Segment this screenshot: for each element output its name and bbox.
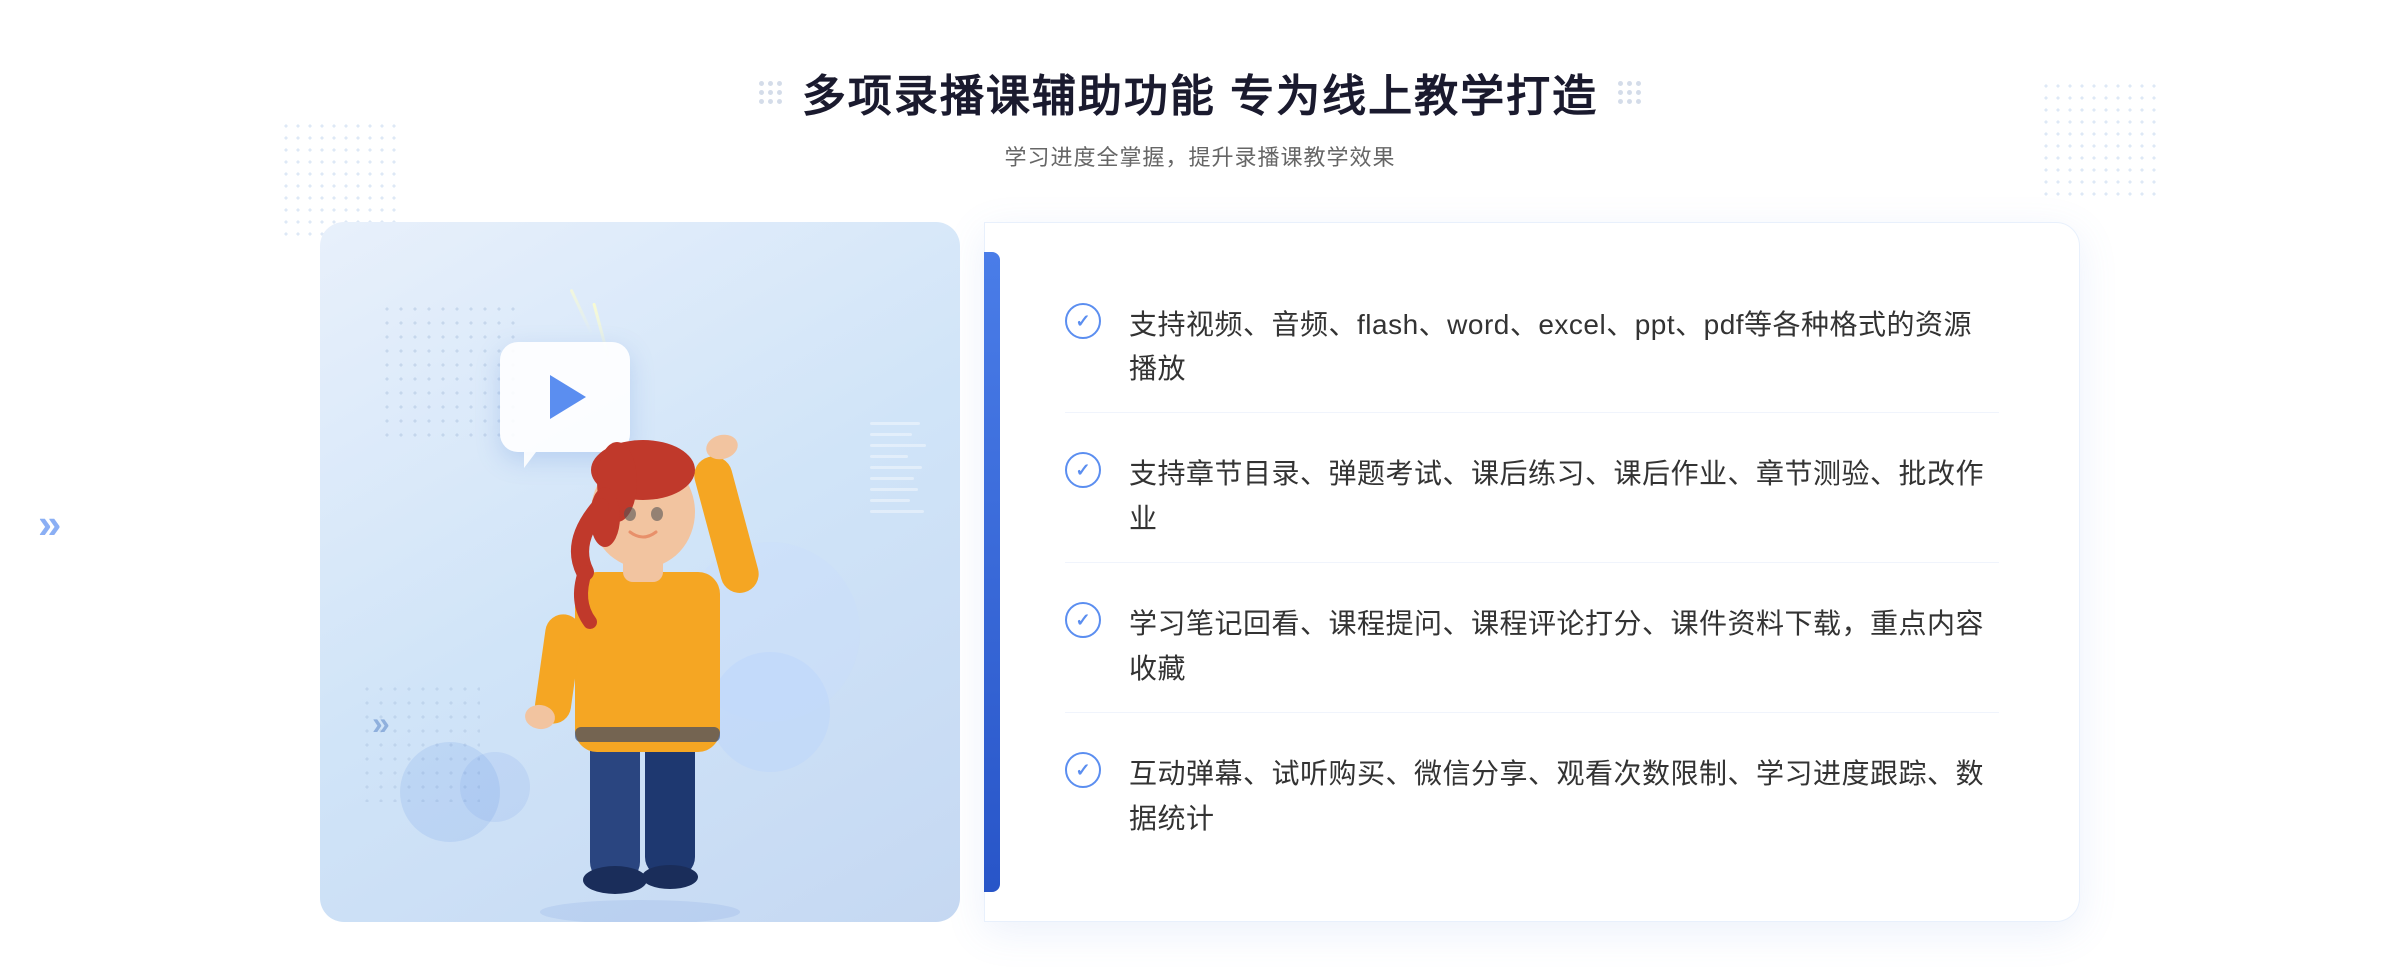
check-mark-2: ✓ [1075,461,1090,479]
dot-grid-topright [2040,80,2160,200]
person-figure [460,342,800,922]
page-container: 多项录播课辅助功能 专为线上教学打造 学习进度全掌握，提升录播课教学效果 » [0,0,2400,974]
illustration-panel: » [320,222,1000,922]
check-mark-4: ✓ [1075,761,1090,779]
feature-text-2: 支持章节目录、弹题考试、课后练习、课后作业、章节测验、批改作业 [1129,452,1999,542]
check-icon-2: ✓ [1065,452,1101,488]
check-mark-3: ✓ [1075,611,1090,629]
light-beam-2 [570,289,594,336]
header-dots-right [1618,81,1641,104]
check-icon-3: ✓ [1065,602,1101,638]
feature-item-2: ✓ 支持章节目录、弹题考试、课后练习、课后作业、章节测验、批改作业 [1065,432,1999,563]
feature-item-3: ✓ 学习笔记回看、课程提问、课程评论打分、课件资料下载，重点内容收藏 [1065,582,1999,713]
check-icon-4: ✓ [1065,752,1101,788]
check-mark-1: ✓ [1075,312,1090,330]
left-chevrons-icon: » [38,500,61,548]
feature-item-4: ✓ 互动弹幕、试听购买、微信分享、观看次数限制、学习进度跟踪、数据统计 [1065,732,1999,862]
page-title: 多项录播课辅助功能 专为线上教学打造 [802,60,1598,124]
illus-chevrons-icon: » [372,705,390,742]
page-subtitle: 学习进度全掌握，提升录播课教学效果 [759,140,1641,172]
feature-text-1: 支持视频、音频、flash、word、excel、ppt、pdf等各种格式的资源… [1129,303,1999,393]
main-content: » [320,222,2080,922]
header-dots-left [759,81,782,104]
check-icon-1: ✓ [1065,303,1101,339]
page-header: 多项录播课辅助功能 专为线上教学打造 学习进度全掌握，提升录播课教学效果 [759,60,1641,172]
stripe-decoration [870,422,930,622]
features-panel: ✓ 支持视频、音频、flash、word、excel、ppt、pdf等各种格式的… [984,222,2080,922]
feature-item-1: ✓ 支持视频、音频、flash、word、excel、ppt、pdf等各种格式的… [1065,283,1999,414]
feature-text-3: 学习笔记回看、课程提问、课程评论打分、课件资料下载，重点内容收藏 [1129,602,1999,692]
illustration-background: » [320,222,960,922]
feature-text-4: 互动弹幕、试听购买、微信分享、观看次数限制、学习进度跟踪、数据统计 [1129,752,1999,842]
blue-accent-bar [984,252,1000,892]
